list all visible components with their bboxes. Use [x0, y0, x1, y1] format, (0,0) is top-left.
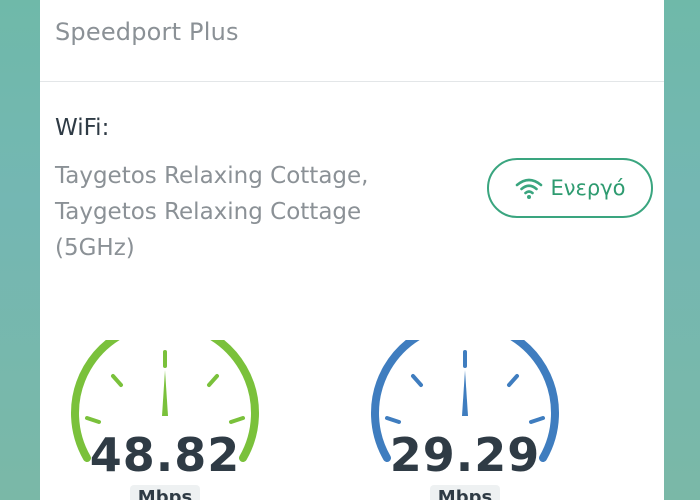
wifi-network-name: Taygetos Relaxing Cottage,	[55, 163, 369, 189]
wifi-icon	[515, 178, 542, 199]
upload-speed-gauge: 29.29 Mbps	[365, 340, 565, 500]
wifi-network-name: Taygetos Relaxing Cottage	[55, 199, 362, 225]
upload-speed-value: 29.29	[389, 428, 541, 482]
wifi-network-list: Taygetos Relaxing Cottage, Taygetos Rela…	[55, 158, 435, 266]
download-speed-value: 48.82	[89, 428, 241, 482]
wifi-label: WiFi:	[55, 115, 110, 141]
section-divider	[40, 81, 664, 82]
wifi-status-label: Ενεργό	[550, 176, 626, 200]
upload-speed-unit: Mbps	[365, 485, 565, 500]
router-model-name: Speedport Plus	[55, 18, 239, 46]
wifi-status-toggle[interactable]: Ενεργό	[487, 158, 653, 218]
download-speed-unit: Mbps	[65, 485, 265, 500]
download-speed-gauge: 48.82 Mbps	[65, 340, 265, 500]
wifi-network-band: (5GHz)	[55, 235, 135, 261]
